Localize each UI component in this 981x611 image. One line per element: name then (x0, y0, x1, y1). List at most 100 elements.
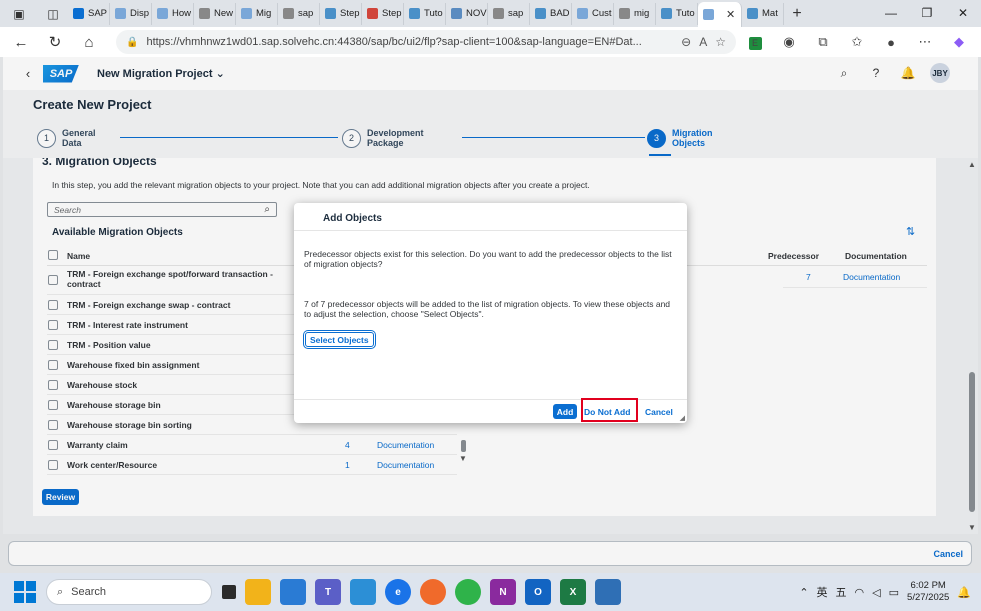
browser-tab[interactable]: Tuto (404, 2, 446, 25)
tab-favicon-icon (493, 8, 504, 19)
tab-label: sap (508, 8, 524, 19)
url-text: https://vhmhnwz1wd01.sap.solvehc.cn:4438… (146, 36, 642, 48)
tab-favicon-icon (241, 8, 252, 19)
chevron-up-icon[interactable]: ⌃ (799, 586, 808, 599)
tab-favicon-icon (619, 8, 630, 19)
tab-favicon-icon (661, 8, 672, 19)
profile-icon[interactable]: ● (876, 35, 906, 50)
notepad-icon[interactable] (595, 579, 621, 605)
dialog-cancel-button[interactable]: Cancel (645, 404, 673, 419)
browser-tab[interactable]: mig (614, 2, 656, 25)
address-bar: ← ↻ ⌂ 🔒 https://vhmhnwz1wd01.sap.solvehc… (0, 27, 981, 57)
windows-start-icon[interactable] (14, 581, 36, 603)
restore-icon[interactable]: ❐ (909, 0, 945, 27)
select-objects-button[interactable]: Select Objects (305, 332, 374, 347)
volume-icon[interactable]: ◁ (872, 586, 880, 599)
browser-tab[interactable]: How (152, 2, 194, 25)
wechat-icon[interactable] (455, 579, 481, 605)
extension-dark-icon[interactable]: ◉ (774, 34, 804, 50)
tab-label: SAP (88, 8, 108, 19)
tab-label: New (214, 8, 234, 19)
home-icon[interactable]: ⌂ (74, 34, 104, 51)
excel-icon[interactable]: X (560, 579, 586, 605)
ime-mode-indicator[interactable]: 五 (836, 584, 847, 600)
browser-tab[interactable]: Step (320, 2, 362, 25)
favorites-icon[interactable]: ✩ (842, 34, 872, 50)
favorite-star-icon[interactable]: ☆ (715, 35, 726, 49)
tab-label: sap (298, 8, 314, 19)
browser-tab[interactable]: Step (362, 2, 404, 25)
notification-bell-icon[interactable]: 🔔 (957, 586, 971, 599)
browser-tab[interactable]: Disp (110, 2, 152, 25)
refresh-icon[interactable]: ↻ (40, 33, 70, 51)
close-window-icon[interactable]: ✕ (945, 0, 981, 27)
tab-favicon-icon (747, 8, 758, 19)
dialog-message-predecessors: Predecessor objects exist for this selec… (304, 249, 672, 269)
read-aloud-icon[interactable]: A (699, 35, 707, 49)
tab-favicon-icon (535, 8, 546, 19)
browser-tab[interactable]: NOV (446, 2, 488, 25)
tab-actions-icon[interactable]: ◫ (38, 0, 68, 27)
tab-label: Mat (762, 8, 778, 19)
tab-favicon-icon (157, 8, 168, 19)
browser-tab[interactable]: Cust (572, 2, 614, 25)
resize-grip-icon[interactable]: ◢ (680, 414, 685, 422)
input-language-indicator[interactable]: 英 (817, 584, 828, 600)
browser-tab[interactable]: sap (278, 2, 320, 25)
browser-tab[interactable]: Tuto (656, 2, 698, 25)
dialog-footer: Add Do Not Add Cancel ◢ (294, 398, 687, 423)
clock[interactable]: 6:02 PM 5/27/2025 (907, 580, 949, 604)
browser-tab[interactable]: Mat (742, 2, 784, 25)
taskbar-search[interactable]: ⌕ Search (46, 579, 212, 605)
browser-tab[interactable]: BAD (530, 2, 572, 25)
system-tray: ⌃ 英 五 ◠ ◁ ▭ 6:02 PM 5/27/2025 🔔 (799, 573, 981, 611)
tab-label: Step (382, 8, 402, 19)
tab-label: Cust (592, 8, 612, 19)
more-menu-icon[interactable]: ⋯ (910, 34, 940, 50)
battery-icon[interactable]: ▭ (889, 586, 899, 599)
clock-date: 5/27/2025 (907, 592, 950, 603)
tab-label: Disp (130, 8, 150, 19)
tab-favicon-icon (325, 8, 336, 19)
tab-label: Tuto (424, 8, 443, 19)
browser-tab[interactable]: Mig (236, 2, 278, 25)
edge-browser-icon[interactable]: e (385, 579, 411, 605)
extensions-puzzle-icon[interactable]: ⧉ (808, 34, 838, 50)
url-field[interactable]: 🔒 https://vhmhnwz1wd01.sap.solvehc.cn:44… (116, 30, 736, 54)
lock-icon[interactable]: 🔒 (126, 37, 138, 48)
browser-tab[interactable]: sap (488, 2, 530, 25)
tab-label: mig (634, 8, 650, 19)
tab-favicon-icon (451, 8, 462, 19)
tab-strip: SAP Disp How New Mig sap Step Step Tuto NOV sap BAD… (68, 0, 784, 27)
add-button[interactable]: Add (553, 404, 577, 419)
add-objects-dialog: Add Objects Predecessor objects exist fo… (294, 203, 687, 423)
browser-tab[interactable]: ✕ (698, 2, 742, 27)
sap-gui-icon[interactable] (350, 579, 376, 605)
tab-label: BAD (550, 8, 570, 19)
browser-tab[interactable]: SAP (68, 2, 110, 25)
photos-app-icon[interactable] (280, 579, 306, 605)
outlook-icon[interactable]: O (525, 579, 551, 605)
tab-label: How (172, 8, 192, 19)
teams-icon[interactable]: T (315, 579, 341, 605)
taskbar-search-label: Search (71, 586, 107, 598)
task-view-icon[interactable] (222, 585, 236, 599)
orange-app-icon[interactable] (420, 579, 446, 605)
new-tab-button[interactable]: + (784, 5, 810, 23)
window-controls: — ❐ ✕ (873, 0, 981, 27)
clock-time: 6:02 PM (910, 580, 946, 591)
do-not-add-button[interactable]: Do Not Add (584, 404, 630, 419)
taskbar-apps: T e N O X (222, 579, 621, 605)
workspaces-icon[interactable]: ▣ (0, 0, 38, 27)
file-explorer-icon[interactable] (245, 579, 271, 605)
minimize-icon[interactable]: — (873, 0, 909, 27)
zoom-icon[interactable]: ⊖ (681, 35, 691, 49)
back-icon[interactable]: ← (6, 34, 36, 51)
tab-favicon-icon (367, 8, 378, 19)
browser-tab[interactable]: New (194, 2, 236, 25)
copilot-icon[interactable]: ◆ (944, 34, 974, 50)
extension-green-icon[interactable]: E (740, 34, 770, 50)
onenote-icon[interactable]: N (490, 579, 516, 605)
close-tab-icon[interactable]: ✕ (726, 8, 735, 21)
wifi-icon[interactable]: ◠ (855, 586, 865, 599)
